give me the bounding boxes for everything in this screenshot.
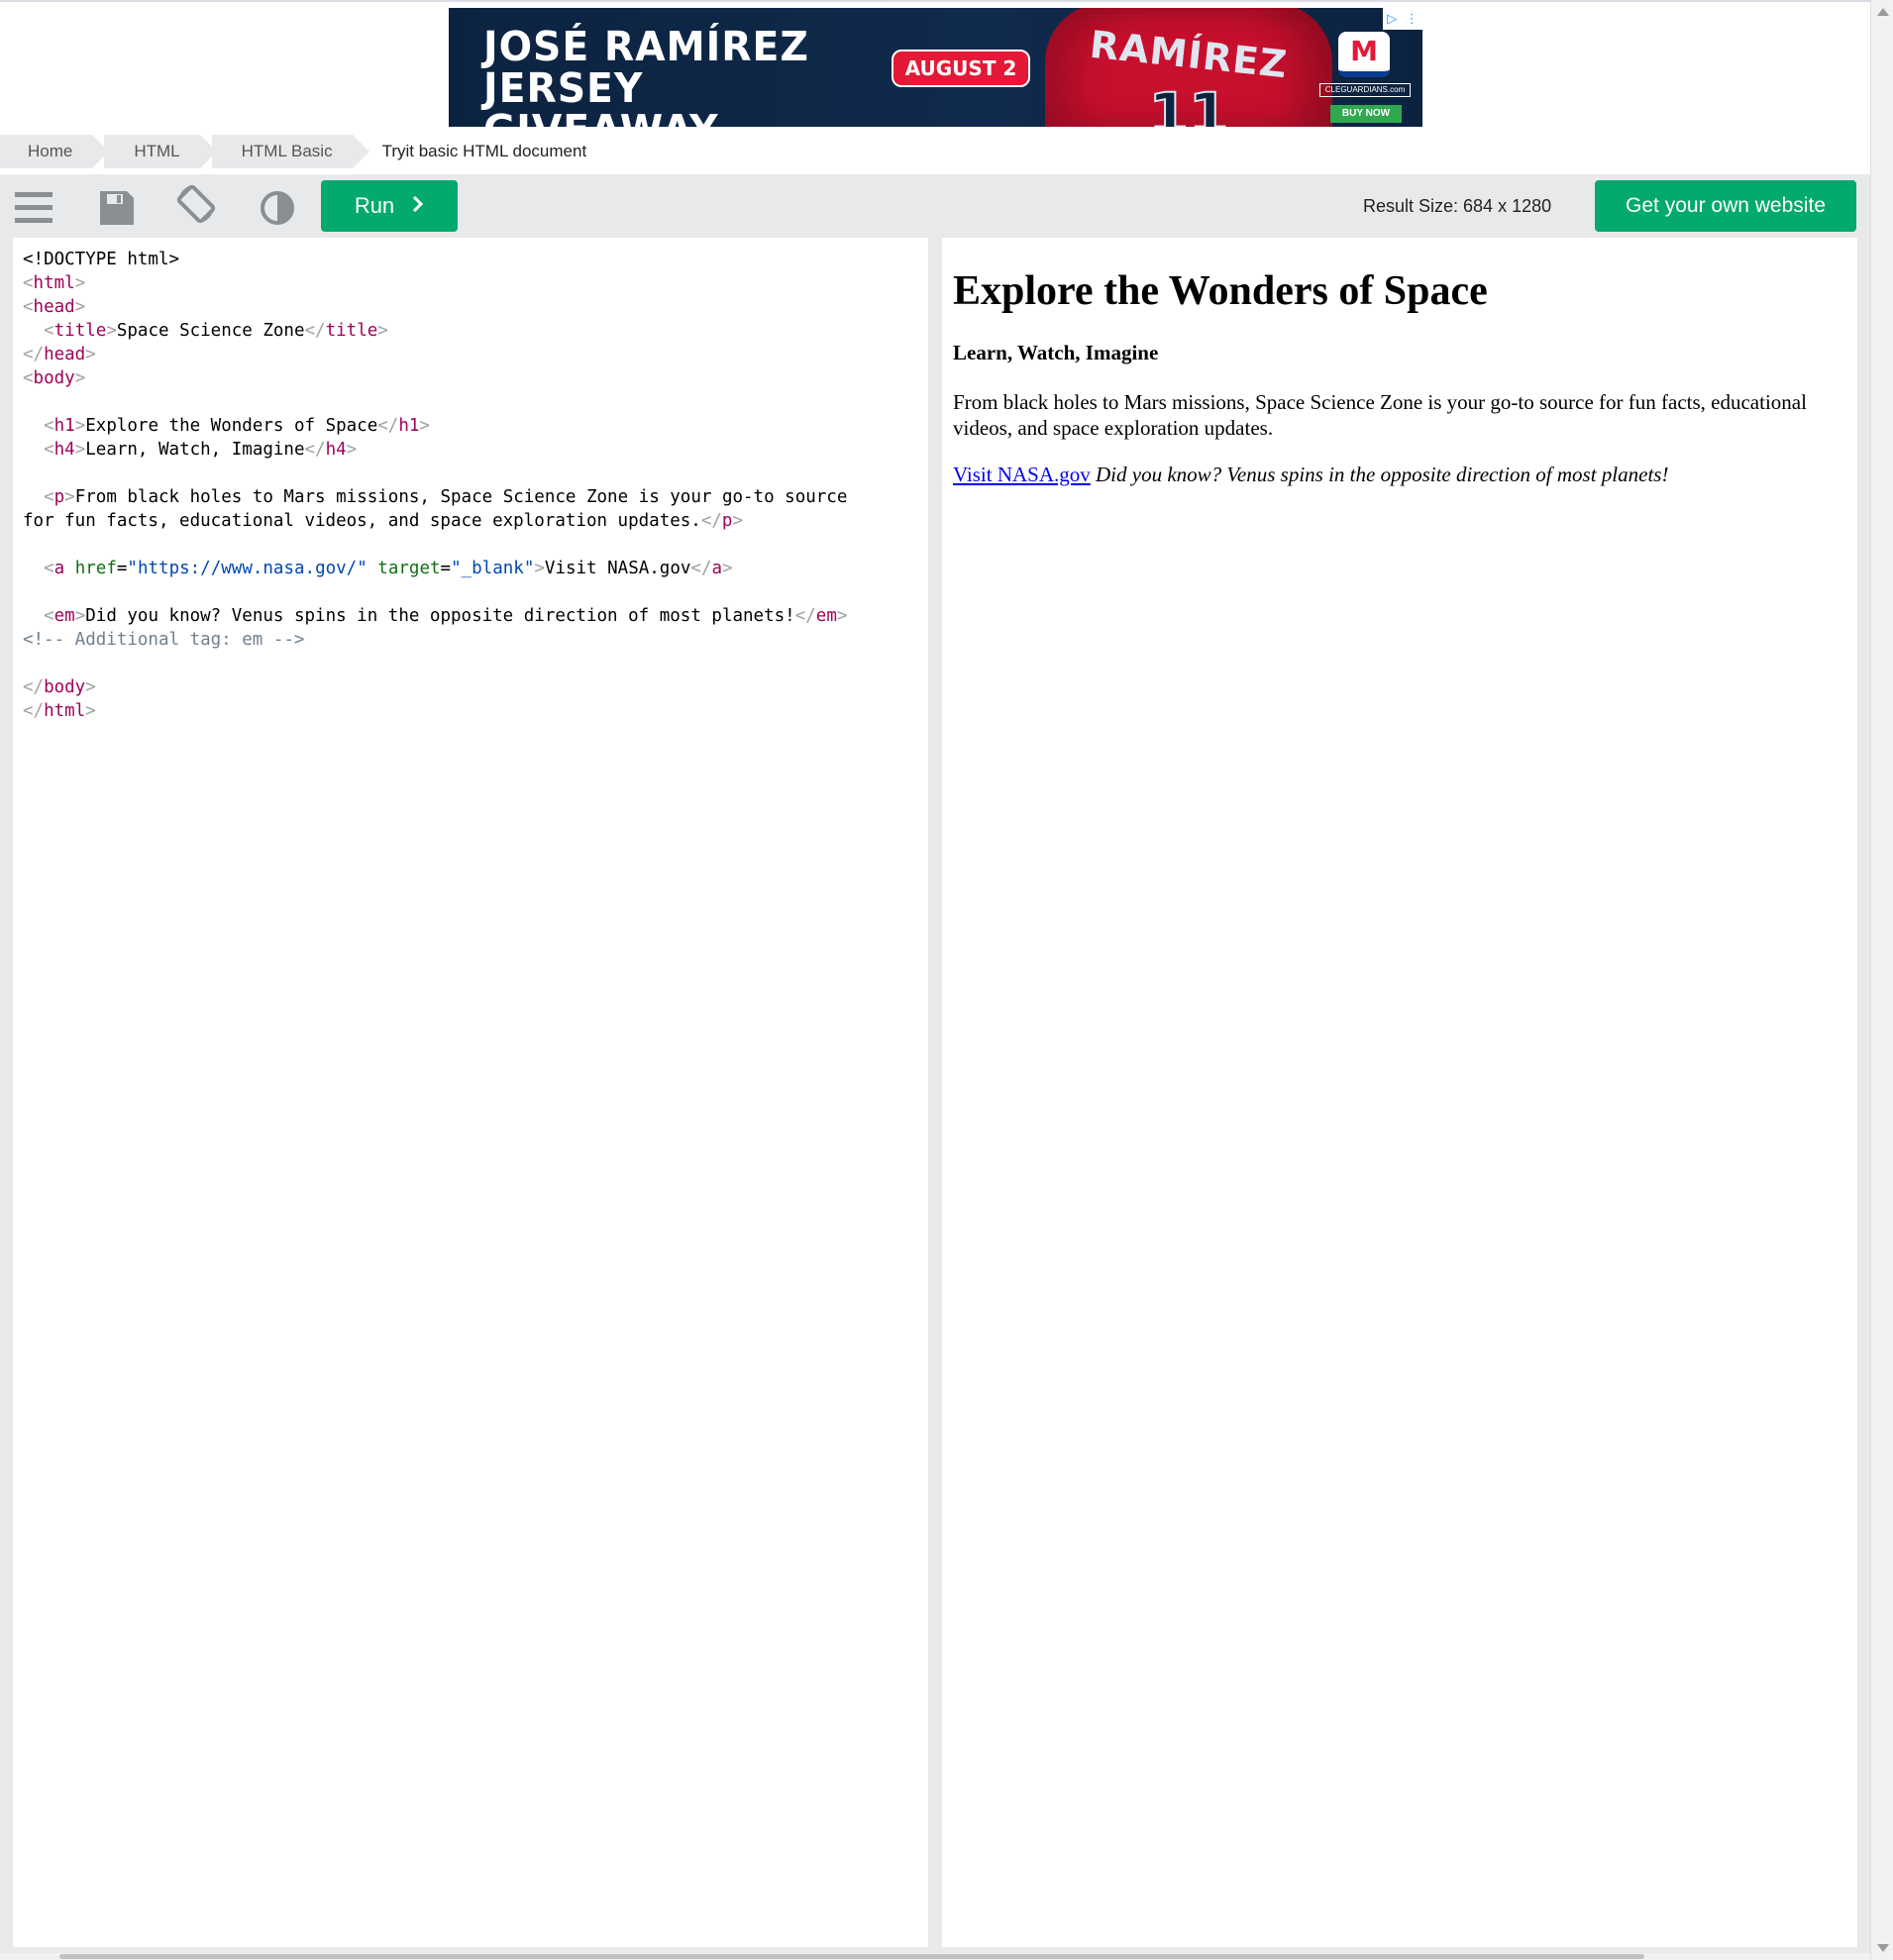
save-icon[interactable] (97, 188, 137, 228)
vertical-scrollbar[interactable] (1870, 0, 1893, 1960)
breadcrumb-current: Tryit basic HTML document (381, 142, 587, 160)
ad-sponsor-site: CLEGUARDIANS.com (1319, 83, 1411, 97)
result-link-line: Visit NASA.gov Did you know? Venus spins… (953, 462, 1846, 487)
scroll-down-icon[interactable] (1877, 1944, 1889, 1952)
scroll-up-icon[interactable] (1877, 8, 1889, 16)
ad-banner[interactable]: JOSÉ RAMÍREZ JERSEY GIVEAWAY AUGUST 2 RA… (449, 8, 1422, 127)
code-line-p: <p>From black holes to Mars missions, Sp… (44, 487, 848, 507)
code-line-html-open: <html> (23, 273, 86, 293)
result-paragraph: From black holes to Mars missions, Space… (953, 390, 1807, 440)
breadcrumb-html-basic[interactable]: HTML Basic (211, 135, 369, 168)
code-line-p-cont: for fun facts, educational videos, and s… (23, 511, 744, 531)
ad-buy-now-button[interactable]: BUY NOW (1330, 105, 1402, 123)
get-website-button[interactable]: Get your own website (1595, 180, 1856, 232)
sponsor-logo: M (1338, 32, 1390, 77)
rotate-icon[interactable] (174, 182, 218, 226)
code-line-body-close: </body> (23, 677, 96, 697)
breadcrumb-html[interactable]: HTML (104, 135, 217, 168)
horizontal-scrollbar-thumb[interactable] (59, 1954, 1644, 1959)
run-button-label: Run (354, 193, 395, 218)
result-emphasis: Did you know? Venus spins in the opposit… (1096, 463, 1669, 486)
code-line-head-close: </head> (23, 345, 96, 364)
ad-headline-line2: JERSEY GIVEAWAY (483, 64, 718, 127)
code-line-html-close: </html> (23, 701, 96, 721)
result-preview: Explore the Wonders of Space Learn, Watc… (942, 238, 1857, 1947)
ad-date-pill: AUGUST 2 (892, 50, 1030, 87)
code-line-comment: <!-- Additional tag: em --> (23, 630, 305, 650)
menu-icon[interactable] (15, 188, 54, 228)
run-button[interactable]: Run (321, 180, 458, 232)
ad-jersey-image: RAMÍREZ 11 (1045, 8, 1332, 127)
code-line-h1: <h1>Explore the Wonders of Space</h1> (44, 416, 430, 436)
ad-choices-icon[interactable]: ▷ (1387, 11, 1397, 27)
breadcrumb: Home HTML HTML Basic Tryit basic HTML do… (0, 135, 618, 168)
code-line-h4: <h4>Learn, Watch, Imagine</h4> (44, 440, 358, 460)
code-line-head-open: <head> (23, 297, 86, 317)
ad-headline-line1: JOSÉ RAMÍREZ (483, 23, 809, 70)
toolbar: Run Result Size: 684 x 1280 Get your own… (0, 174, 1870, 236)
top-border (0, 0, 1870, 2)
code-line-title: <title>Space Science Zone</title> (44, 321, 388, 341)
result-subheading: Learn, Watch, Imagine (953, 341, 1159, 364)
result-size: Result Size: 684 x 1280 (1363, 196, 1552, 216)
ad-choices[interactable]: ▷ ⋮ (1383, 8, 1422, 30)
code-line-em: <em>Did you know? Venus spins in the opp… (44, 606, 848, 626)
code-editor[interactable]: <!DOCTYPE html> <html> <head> <title>Space… (13, 238, 928, 1947)
code-line-body-open: <body> (23, 368, 86, 388)
nasa-link[interactable]: Visit NASA.gov (953, 463, 1091, 486)
ad-menu-icon[interactable]: ⋮ (1406, 11, 1419, 27)
code-line-a: <a href="https://www.nasa.gov/" target="… (44, 559, 733, 578)
breadcrumb-home[interactable]: Home (0, 135, 110, 168)
workspace: <!DOCTYPE html> <html> <head> <title>Space… (0, 236, 1870, 1960)
contrast-icon[interactable] (258, 188, 297, 228)
ad-headline: JOSÉ RAMÍREZ JERSEY GIVEAWAY (483, 26, 845, 127)
code-line-doctype: <!DOCTYPE html> (23, 250, 180, 269)
ad-jersey-number: 11 (1148, 79, 1230, 127)
result-heading: Explore the Wonders of Space (953, 268, 1488, 314)
ad-sponsor-block: M CLEGUARDIANS.com BUY NOW (1315, 18, 1415, 123)
chevron-right-icon (412, 193, 424, 219)
